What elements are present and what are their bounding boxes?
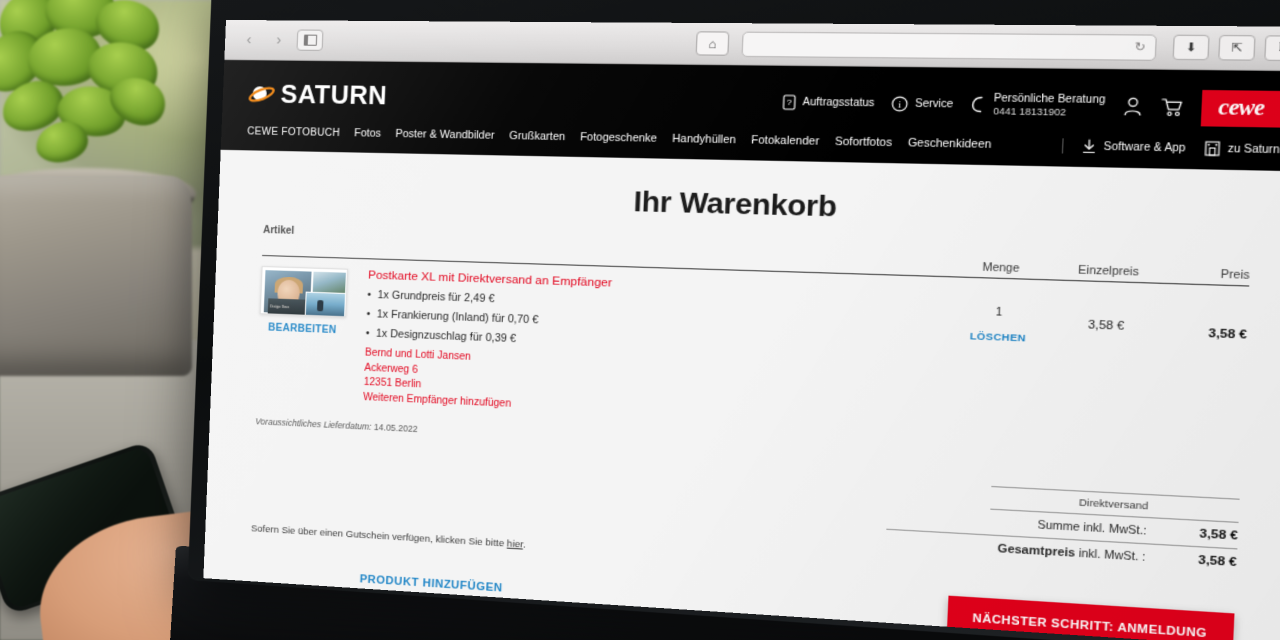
thumb-photo-beach bbox=[311, 270, 347, 295]
table-row: Design: Ihren BEARBEITEN Postkarte XL mi… bbox=[256, 256, 1249, 446]
download-icon bbox=[1082, 139, 1097, 155]
cart-page: Ihr Warenkorb Artikel Menge Einzelpreis … bbox=[203, 149, 1280, 640]
delivery-date-value: 14.05.2022 bbox=[373, 421, 418, 435]
share-icon[interactable]: ⇱ bbox=[1218, 34, 1256, 61]
reload-icon[interactable]: ↻ bbox=[1134, 40, 1146, 54]
item-details: Postkarte XL mit Direktversand an Empfän… bbox=[353, 269, 947, 432]
nav-secondary: Software & App zu Saturn bbox=[1062, 138, 1280, 158]
shopping-cart-icon bbox=[1160, 97, 1184, 117]
forward-icon[interactable]: › bbox=[266, 29, 291, 51]
column-header-quantity: Menge bbox=[982, 261, 1020, 276]
page-title: Ihr Warenkorb bbox=[633, 185, 838, 223]
consultation-label: Persönliche Beratung bbox=[993, 92, 1106, 106]
user-icon bbox=[1122, 97, 1143, 117]
sidebar-toggle-icon[interactable] bbox=[296, 29, 324, 51]
zu-saturn-link[interactable]: zu Saturn bbox=[1204, 141, 1280, 158]
software-app-label: Software & App bbox=[1103, 140, 1186, 155]
browser-window: ‹ › ⌂ ↻ ⬇ ⇱ ⎕ bbox=[203, 20, 1280, 640]
nav-item-geschenkideen[interactable]: Geschenkideen bbox=[908, 137, 992, 151]
cart-button[interactable] bbox=[1160, 97, 1184, 117]
nav-item-cewe-fotobuch[interactable]: CEWE FOTOBUCH bbox=[247, 126, 340, 139]
plant-pot bbox=[0, 176, 192, 376]
download-icon[interactable]: ⬇ bbox=[1172, 34, 1210, 61]
software-app-link[interactable]: Software & App bbox=[1082, 139, 1186, 156]
thumb-photo-surf bbox=[304, 291, 347, 318]
address-bar[interactable]: ↻ bbox=[741, 31, 1157, 61]
home-icon[interactable]: ⌂ bbox=[695, 31, 730, 56]
column-header-unit-price: Einzelpreis bbox=[1077, 263, 1140, 279]
service-link[interactable]: i Service bbox=[891, 95, 954, 112]
photo-scene: esc F1 F2 F3 ‹ › ⌂ ↻ ⬇ ⇱ ⎕ bbox=[0, 0, 1280, 640]
grand-total-value: 3,58 € bbox=[1197, 553, 1238, 570]
nav-item-fotos[interactable]: Fotos bbox=[354, 127, 381, 140]
consultation-phone: 0441 18131902 bbox=[992, 105, 1067, 118]
delete-item-link[interactable]: LÖSCHEN bbox=[945, 330, 1052, 346]
grand-total-label-rest: inkl. MwSt. : bbox=[1078, 547, 1146, 565]
consultation-block[interactable]: Persönliche Beratung 0441 18131902 bbox=[970, 91, 1106, 120]
svg-text:?: ? bbox=[787, 98, 793, 108]
grand-total-label: Gesamtpreis inkl. MwSt. : bbox=[997, 543, 1146, 565]
nav-item-list: CEWE FOTOBUCH Fotos Poster & Wandbilder … bbox=[247, 125, 992, 151]
recipient-address: Bernd und Lotti Jansen Ackerweg 6 12351 … bbox=[363, 346, 944, 431]
voucher-link[interactable]: hier bbox=[507, 538, 524, 550]
account-button[interactable] bbox=[1122, 97, 1143, 117]
column-header-price: Preis bbox=[1220, 268, 1250, 283]
back-icon[interactable]: ‹ bbox=[237, 29, 262, 51]
order-status-label: Auftragsstatus bbox=[802, 96, 875, 109]
nav-item-sofortfotos[interactable]: Sofortfotos bbox=[835, 135, 893, 149]
saturn-logo[interactable]: SATURN bbox=[248, 80, 388, 111]
saturn-planet-icon bbox=[248, 83, 275, 105]
item-quantity-col: 1 LÖSCHEN bbox=[941, 288, 1054, 437]
edit-item-link[interactable]: BEARBEITEN bbox=[259, 322, 346, 336]
voucher-text-end: . bbox=[522, 539, 527, 551]
phone-icon bbox=[970, 96, 987, 113]
delivery-date-label: Voraussichtliches Lieferdatum: bbox=[255, 416, 372, 432]
product-thumbnail-col: Design: Ihren BEARBEITEN bbox=[256, 265, 358, 405]
laptop-screen: ‹ › ⌂ ↻ ⬇ ⇱ ⎕ bbox=[203, 20, 1280, 640]
product-thumbnail[interactable]: Design: Ihren bbox=[259, 265, 349, 318]
info-icon: i bbox=[891, 95, 909, 111]
order-status-link[interactable]: ? Auftragsstatus bbox=[782, 94, 875, 111]
service-label: Service bbox=[914, 97, 954, 111]
store-icon bbox=[1204, 141, 1220, 157]
nav-item-poster-wandbilder[interactable]: Poster & Wandbilder bbox=[395, 128, 495, 142]
toolbar-actions: ⬇ ⇱ ⎕ bbox=[1172, 34, 1280, 62]
item-quantity: 1 bbox=[995, 306, 1003, 319]
nav-item-fotokalender[interactable]: Fotokalender bbox=[751, 134, 819, 148]
saturn-wordmark: SATURN bbox=[280, 80, 388, 110]
order-status-icon: ? bbox=[782, 94, 796, 110]
tab-overview-icon[interactable]: ⎕ bbox=[1264, 35, 1280, 62]
cewe-logo[interactable]: cewe bbox=[1200, 89, 1280, 128]
subtotal-label: Summe inkl. MwSt.: bbox=[1037, 518, 1148, 538]
item-total-price: 3,58 € bbox=[1208, 327, 1248, 342]
thumb-caption: Design: Ihren bbox=[269, 304, 290, 310]
zu-saturn-label: zu Saturn bbox=[1227, 142, 1280, 156]
svg-text:i: i bbox=[898, 99, 902, 110]
nav-item-handyhuellen[interactable]: Handyhüllen bbox=[672, 133, 736, 147]
subtotal-value: 3,58 € bbox=[1199, 527, 1239, 543]
header-tools: ? Auftragsstatus i Service Persönliche B… bbox=[782, 84, 1280, 128]
nav-item-fotogeschenke[interactable]: Fotogeschenke bbox=[580, 131, 658, 145]
nav-item-grusskarten[interactable]: Grußkarten bbox=[509, 130, 566, 143]
item-unit-price: 3,58 € bbox=[1087, 318, 1125, 334]
grand-total-label-strong: Gesamtpreis bbox=[997, 542, 1076, 560]
